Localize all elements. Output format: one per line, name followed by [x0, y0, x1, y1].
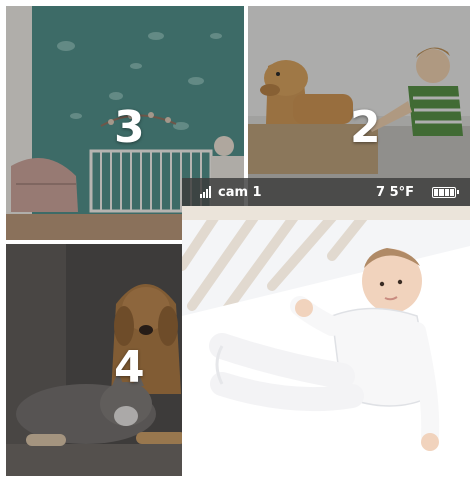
main-camera-view[interactable]: cam 1 7 5°F	[182, 178, 470, 476]
camera-name: cam 1	[218, 184, 262, 200]
tile-number-3: 3	[114, 102, 145, 153]
signal-bars-icon	[200, 186, 214, 198]
camera-grid: 3 2 4 cam 1 7 5°F	[6, 6, 470, 476]
temperature-readout: 7 5°F	[376, 184, 414, 200]
camera-status-bar: cam 1 7 5°F	[182, 178, 470, 206]
battery-full-icon	[432, 186, 459, 198]
tile-number-4: 4	[114, 342, 145, 393]
tile-number-2: 2	[350, 102, 381, 153]
baby-in-crib-image	[182, 206, 470, 476]
